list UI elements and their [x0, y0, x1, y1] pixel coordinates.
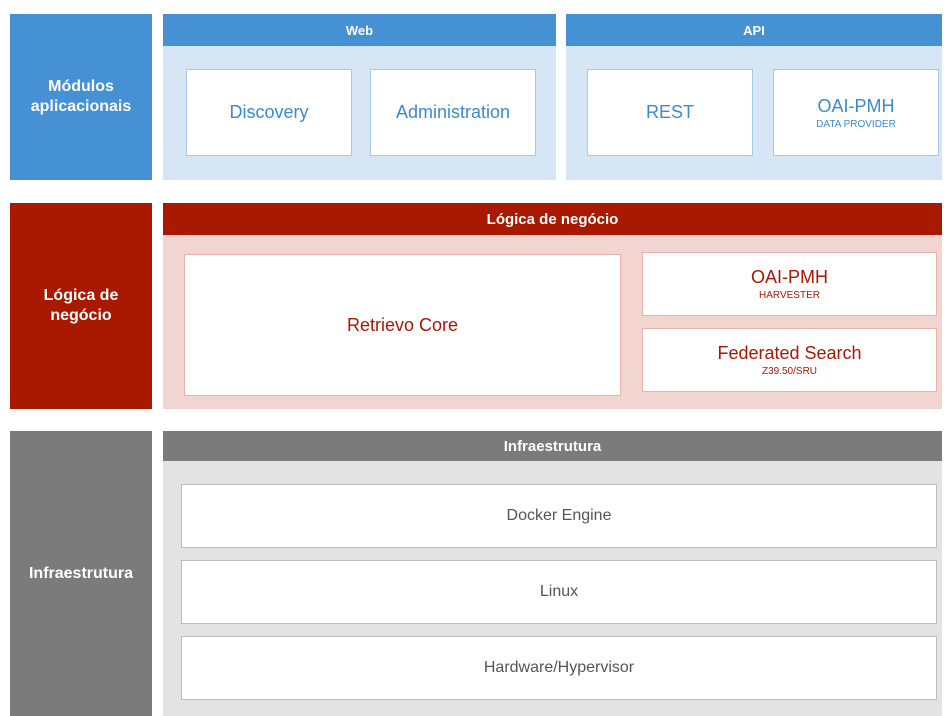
hardware-hypervisor-layer: Hardware/Hypervisor [181, 636, 937, 700]
api-header-text: API [743, 22, 765, 38]
discovery-module: Discovery [186, 69, 352, 156]
logic-layer-label: Lógica de negócio [10, 203, 152, 409]
logic-header-text: Lógica de negócio [486, 210, 619, 228]
infra-header-text: Infraestrutura [503, 437, 602, 455]
web-header: Web [163, 14, 556, 46]
oai-pmh-data-provider-module: OAI-PMH DATA PROVIDER [773, 69, 939, 156]
retrievo-core-title: Retrievo Core [346, 314, 459, 335]
discovery-title: Discovery [229, 102, 309, 122]
apps-layer-label-text: Módulos aplicacionais [30, 78, 132, 115]
api-header: API [566, 14, 942, 46]
logic-layer-label-text: Lógica de negócio [43, 287, 119, 324]
web-header-text: Web [345, 22, 374, 38]
docker-engine-layer: Docker Engine [181, 484, 937, 548]
retrievo-core-module: Retrievo Core [184, 254, 621, 396]
federated-search-module: Federated Search Z39.50/SRU [642, 328, 937, 392]
oai-pmh-harvester-title: OAI-PMH [750, 267, 828, 287]
infra-header: Infraestrutura [163, 431, 942, 461]
rest-title: REST [645, 102, 694, 122]
docker-engine-title: Docker Engine [506, 507, 612, 524]
linux-layer: Linux [181, 560, 937, 624]
federated-search-title: Federated Search [717, 343, 862, 363]
federated-search-subtitle: Z39.50/SRU [761, 366, 818, 377]
administration-module: Administration [370, 69, 536, 156]
apps-layer-label: Módulos aplicacionais [10, 14, 152, 180]
linux-title: Linux [539, 583, 579, 600]
logic-header: Lógica de negócio [163, 203, 942, 235]
administration-title: Administration [395, 102, 511, 122]
infra-layer-label: Infraestrutura [10, 431, 152, 716]
oai-pmh-dp-subtitle: DATA PROVIDER [816, 118, 896, 130]
infra-layer-label-text: Infraestrutura [28, 564, 134, 582]
hardware-hypervisor-title: Hardware/Hypervisor [483, 659, 635, 676]
oai-pmh-dp-title: OAI-PMH [817, 95, 895, 116]
oai-pmh-harvester-subtitle: HARVESTER [759, 290, 820, 301]
rest-module: REST [587, 69, 753, 156]
oai-pmh-harvester-module: OAI-PMH HARVESTER [642, 252, 937, 316]
